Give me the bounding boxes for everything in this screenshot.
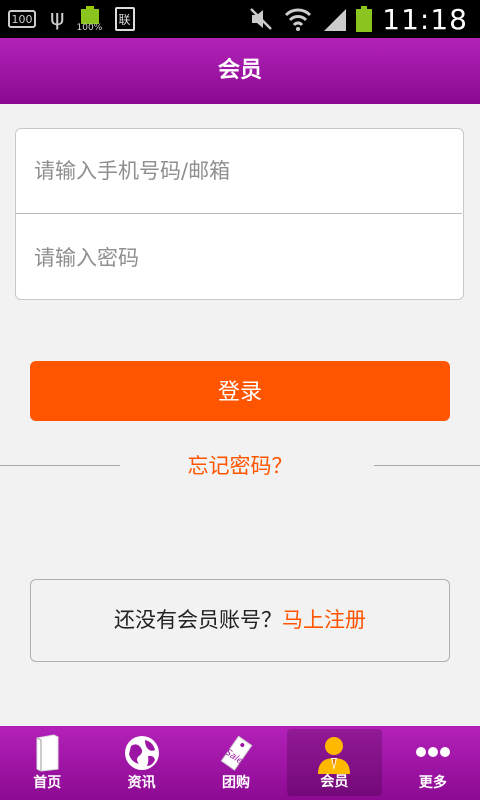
tab-label: 更多 bbox=[418, 775, 447, 791]
signal-icon bbox=[324, 9, 347, 31]
battery-icon bbox=[356, 6, 373, 32]
clock: 11:18 bbox=[382, 2, 468, 36]
more-dots-icon bbox=[415, 747, 450, 757]
forgot-password-link[interactable]: 忘记密码？ bbox=[0, 452, 480, 480]
tab-member[interactable]: 会员 bbox=[287, 729, 382, 796]
member-icon bbox=[318, 737, 351, 774]
battery-charge-icon: 100% bbox=[76, 6, 103, 33]
register-box: 还没有会员账号？马上注册 bbox=[30, 579, 450, 662]
tab-news[interactable]: 资讯 bbox=[94, 726, 188, 800]
phone-email-input[interactable] bbox=[16, 129, 462, 213]
tab-label: 团购 bbox=[222, 775, 251, 791]
usb-icon: ψ bbox=[50, 6, 65, 31]
register-link[interactable]: 马上注册 bbox=[282, 608, 366, 632]
login-form bbox=[15, 128, 464, 300]
tab-more[interactable]: 更多 bbox=[386, 726, 480, 800]
tab-group-buy[interactable]: Sale 团购 bbox=[189, 726, 283, 800]
globe-icon bbox=[124, 736, 159, 770]
login-button[interactable]: 登录 bbox=[30, 361, 450, 421]
password-input[interactable] bbox=[16, 215, 463, 300]
tab-label: 会员 bbox=[320, 774, 349, 790]
phone-email-field-wrap bbox=[16, 129, 462, 214]
forgot-password-row: 忘记密码？ bbox=[0, 452, 480, 482]
battery-percent: 100% bbox=[76, 23, 103, 33]
wifi-icon bbox=[285, 8, 312, 31]
tab-label: 首页 bbox=[33, 775, 62, 791]
bottom-tab-bar: 首页 资讯 Sale 团购 会员 更多 bbox=[0, 726, 480, 800]
mute-icon bbox=[250, 8, 273, 30]
divider-right bbox=[374, 465, 480, 466]
register-prompt: 还没有会员账号？ bbox=[114, 608, 282, 632]
sale-tag-icon: Sale bbox=[220, 735, 253, 771]
book-icon bbox=[36, 734, 59, 772]
tab-label: 资讯 bbox=[127, 775, 156, 791]
password-field-wrap bbox=[16, 215, 463, 300]
battery-level-icon: 100 bbox=[8, 10, 36, 28]
page-title: 会员 bbox=[0, 38, 480, 104]
sim-icon: 联 bbox=[114, 7, 135, 31]
status-bar: 100 ψ 100% 联 11:18 bbox=[0, 0, 480, 38]
tab-home[interactable]: 首页 bbox=[0, 726, 94, 800]
